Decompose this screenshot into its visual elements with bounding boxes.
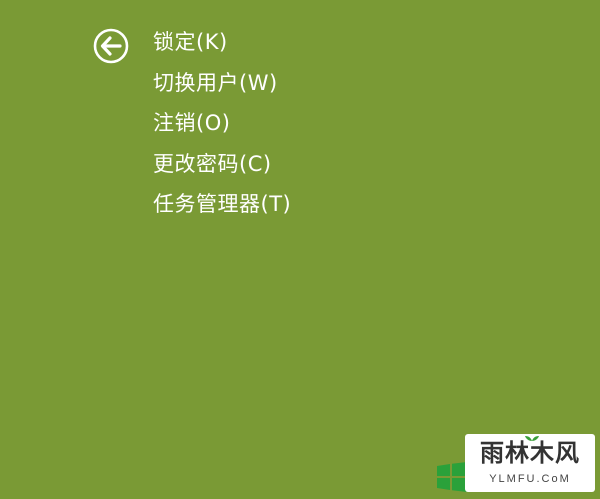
menu-item-change-password[interactable]: 更改密码(C) <box>153 144 291 185</box>
windows-logo-icon <box>437 462 467 492</box>
secure-attention-screen: 锁定(K) 切换用户(W) 注销(O) 更改密码(C) 任务管理器(T) 雨林木… <box>0 0 600 499</box>
menu-item-lock[interactable]: 锁定(K) <box>153 22 291 63</box>
arrow-left-circle-icon <box>93 28 129 64</box>
options-menu: 锁定(K) 切换用户(W) 注销(O) 更改密码(C) 任务管理器(T) <box>153 22 291 225</box>
menu-item-switch-user[interactable]: 切换用户(W) <box>153 63 291 104</box>
menu-item-sign-out[interactable]: 注销(O) <box>153 103 291 144</box>
watermark-url: YLMFU.CoM <box>489 473 571 485</box>
back-button[interactable] <box>93 28 129 64</box>
sprout-icon <box>525 436 539 446</box>
menu-item-task-manager[interactable]: 任务管理器(T) <box>153 184 291 225</box>
watermark-logo: 雨林木风 YLMFU.CoM <box>465 434 595 492</box>
